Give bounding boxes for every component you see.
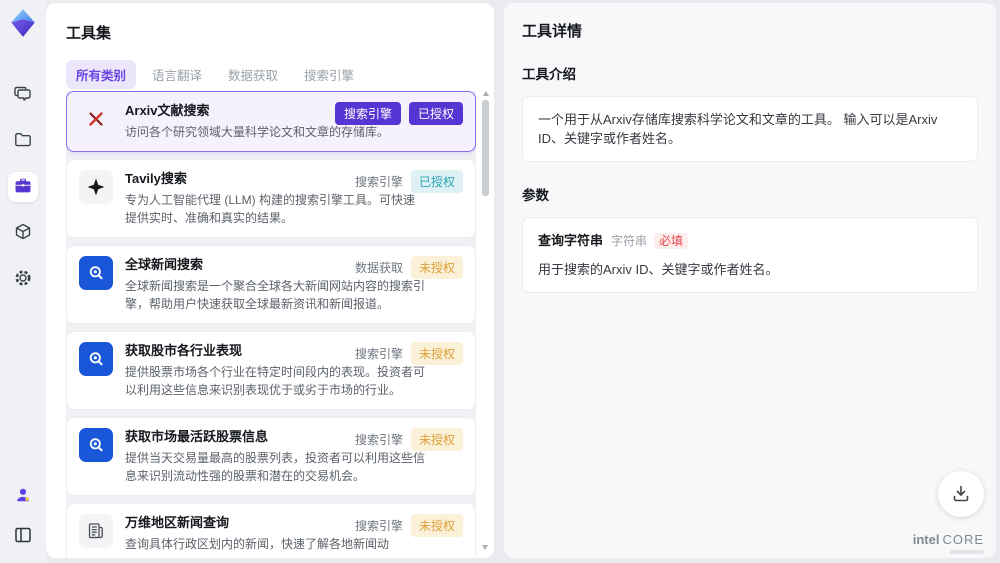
tool-description: 访问各个研究领域大量科学论文和文章的存储库。: [125, 125, 390, 139]
search-blue-icon: [79, 256, 113, 290]
tool-badges: 搜索引擎 未授权: [355, 342, 463, 365]
tool-auth-badge: 未授权: [410, 428, 463, 451]
chat-icon: [13, 84, 33, 107]
tool-category-badge: 数据获取: [354, 261, 403, 275]
tool-card[interactable]: 全球新闻搜索 全球新闻搜索是一个聚合全球各大新闻网站内容的搜索引擎，帮助用户快速获…: [66, 245, 476, 324]
core-brand-text: CORE: [942, 532, 984, 547]
rail-bottom: [8, 481, 38, 551]
scrollbar-up-arrow-icon[interactable]: [482, 91, 489, 96]
intel-core-logo: intel CORE: [913, 533, 984, 554]
tool-card[interactable]: Arxiv文献搜索 访问各个研究领域大量科学论文和文章的存储库。 搜索引擎 已授权: [66, 91, 476, 152]
intro-box: 一个用于从Arxiv存储库搜索科学论文和文章的工具。 输入可以是Arxiv ID…: [522, 96, 978, 162]
tool-category-badge: 搜索引擎: [354, 519, 403, 533]
tool-category-badge: 搜索引擎: [354, 175, 403, 189]
tool-auth-badge: 已授权: [410, 170, 463, 193]
sidebar-item-chat[interactable]: [8, 80, 38, 110]
tool-category-badge: 搜索引擎: [334, 102, 401, 125]
parameter-type: 字符串: [611, 234, 648, 248]
intel-brand-sub-bar: [950, 550, 984, 554]
parameter-card: 查询字符串 字符串 必填用于搜索的Arxiv ID、关键字或作者姓名。: [522, 217, 978, 293]
sidebar-item-panel-toggle[interactable]: [8, 521, 38, 551]
details-title: 工具详情: [522, 23, 583, 40]
search-blue-icon: [79, 342, 113, 376]
tool-description: 查询具体行政区划内的新闻，快速了解各地新闻动: [125, 537, 390, 551]
tool-card[interactable]: 万维地区新闻查询 查询具体行政区划内的新闻，快速了解各地新闻动 搜索引擎 未授权: [66, 503, 476, 556]
download-icon: [950, 482, 972, 507]
tool-details-panel: 工具详情 工具介绍 一个用于从Arxiv存储库搜索科学论文和文章的工具。 输入可…: [504, 3, 996, 558]
toolbox-icon: [13, 176, 33, 199]
tool-category-badge: 搜索引擎: [354, 347, 403, 361]
sidebar-item-files[interactable]: [8, 126, 38, 156]
tool-card[interactable]: 获取市场最活跃股票信息 提供当天交易量最高的股票列表，投资者可以利用这些信息来识别…: [66, 417, 476, 496]
arxiv-icon: [79, 102, 113, 136]
cube-icon: [13, 222, 33, 245]
page-title: 工具集: [66, 25, 112, 42]
category-tabs: 所有类别 语言翻译 数据获取 搜索引擎: [66, 60, 474, 89]
tool-badges: 搜索引擎 已授权: [355, 170, 463, 193]
gear-icon: [13, 268, 33, 291]
tool-badges: 数据获取 未授权: [355, 256, 463, 279]
sidebar-item-user[interactable]: [8, 481, 38, 511]
folder-icon: [13, 130, 33, 153]
sidebar-item-models[interactable]: [8, 218, 38, 248]
category-tab[interactable]: 数据获取: [218, 60, 288, 89]
tool-auth-badge: 未授权: [410, 256, 463, 279]
intel-brand-text: intel: [912, 532, 940, 547]
tool-card[interactable]: Tavily搜索 专为人工智能代理 (LLM) 构建的搜索引擎工具。可快速提供实时…: [66, 159, 476, 238]
intro-heading: 工具介绍: [522, 67, 576, 82]
scrollbar[interactable]: [481, 91, 490, 550]
params-list: 查询字符串 字符串 必填用于搜索的Arxiv ID、关键字或作者姓名。: [522, 217, 978, 293]
parameter-required-badge: 必填: [654, 233, 689, 249]
tool-auth-badge: 未授权: [410, 514, 463, 537]
tool-auth-badge: 未授权: [410, 342, 463, 365]
scrollbar-thumb[interactable]: [482, 100, 489, 196]
tool-description: 提供股票市场各个行业在特定时间段内的表现。投资者可以利用这些信息来识别表现优于或…: [125, 365, 426, 397]
tool-auth-badge: 已授权: [408, 102, 463, 125]
tool-description: 提供当天交易量最高的股票列表，投资者可以利用这些信息来识别流动性强的股票和潜在的…: [125, 451, 426, 483]
tool-description: 全球新闻搜索是一个聚合全球各大新闻网站内容的搜索引擎，帮助用户快速获取全球最新资…: [125, 279, 426, 311]
category-tab[interactable]: 语言翻译: [142, 60, 212, 89]
tool-list: Arxiv文献搜索 访问各个研究领域大量科学论文和文章的存储库。 搜索引擎 已授权 Ta…: [66, 91, 476, 556]
params-heading: 参数: [522, 188, 549, 203]
app-logo-gem-icon: [8, 8, 38, 38]
search-blue-icon: [79, 428, 113, 462]
tool-description: 专为人工智能代理 (LLM) 构建的搜索引擎工具。可快速提供实时、准确和真实的结…: [125, 193, 416, 225]
scrollbar-down-arrow-icon[interactable]: [482, 545, 488, 550]
parameter-header: 查询字符串 字符串 必填: [538, 231, 962, 251]
download-button[interactable]: [938, 471, 984, 517]
left-icon-rail: [0, 0, 46, 563]
tool-badges: 搜索引擎 未授权: [355, 514, 463, 537]
tool-list-container: Arxiv文献搜索 访问各个研究领域大量科学论文和文章的存储库。 搜索引擎 已授权 Ta…: [66, 91, 476, 556]
tool-badges: 搜索引擎 未授权: [355, 428, 463, 451]
user-avatar-icon: [14, 486, 32, 507]
tool-badges: 搜索引擎 已授权: [334, 102, 463, 125]
tool-list-panel: 工具集 所有类别 语言翻译 数据获取 搜索引擎 Arxiv文献搜索 访问各个研究领域大量…: [46, 3, 494, 558]
tool-category-badge: 搜索引擎: [354, 433, 403, 447]
category-tab[interactable]: 搜索引擎: [294, 60, 364, 89]
panel-toggle-icon: [13, 525, 33, 548]
parameter-name: 查询字符串: [538, 233, 604, 248]
parameter-description: 用于搜索的Arxiv ID、关键字或作者姓名。: [538, 262, 779, 277]
tool-card[interactable]: 获取股市各行业表现 提供股票市场各个行业在特定时间段内的表现。投资者可以利用这些信…: [66, 331, 476, 410]
tavily-icon: [79, 170, 113, 204]
sidebar-item-toolbox[interactable]: [8, 172, 38, 202]
rail-nav: [8, 80, 38, 294]
sidebar-item-settings[interactable]: [8, 264, 38, 294]
category-tab[interactable]: 所有类别: [66, 60, 137, 89]
newspaper-icon: [79, 514, 113, 548]
intro-text: 一个用于从Arxiv存储库搜索科学论文和文章的工具。 输入可以是Arxiv ID…: [538, 112, 938, 146]
